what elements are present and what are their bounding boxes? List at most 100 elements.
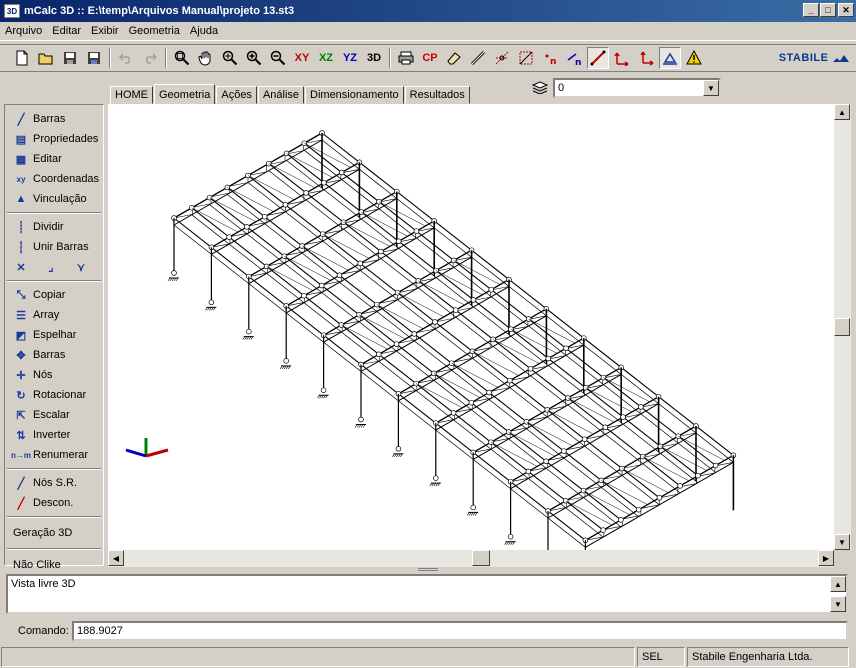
svg-text:n: n xyxy=(550,57,556,66)
tab-home[interactable]: HOME xyxy=(110,86,153,104)
view-yz-button[interactable]: YZ xyxy=(339,47,361,69)
scroll-down-icon[interactable]: ▼ xyxy=(834,534,850,550)
save-icon[interactable] xyxy=(59,47,81,69)
bar-number-icon[interactable]: n xyxy=(563,47,585,69)
node-number-icon[interactable]: n xyxy=(539,47,561,69)
mirror-icon: ◩ xyxy=(15,329,27,342)
eraser-icon[interactable] xyxy=(443,47,465,69)
support-icon: ▲ xyxy=(15,193,27,205)
scroll-right-icon[interactable]: ▶ xyxy=(818,550,834,566)
app-icon: 3D xyxy=(4,4,20,18)
menu-editar[interactable]: Editar xyxy=(47,25,86,37)
log-scroll-down-icon[interactable]: ▼ xyxy=(830,596,846,612)
node xyxy=(543,458,549,465)
node xyxy=(488,286,494,293)
bar xyxy=(321,132,734,456)
sidebar-item-nos[interactable]: ✛ Nós xyxy=(5,365,103,385)
intersect-icon[interactable]: ✕ xyxy=(13,260,29,274)
tab-acoes[interactable]: Ações xyxy=(216,86,257,104)
menu-exibir[interactable]: Exibir xyxy=(86,25,124,37)
sidebar-item-inverter[interactable]: ⇅ Inverter xyxy=(5,425,103,445)
open-folder-icon[interactable] xyxy=(35,47,57,69)
menu-arquivo[interactable]: Arquivo xyxy=(0,25,47,37)
bar-display-icon[interactable] xyxy=(587,47,609,69)
layer-combo[interactable]: 0 ▼ xyxy=(553,78,721,98)
undo-icon[interactable] xyxy=(115,47,137,69)
sidebar-separator xyxy=(7,280,101,282)
sidebar-item-dividir[interactable]: ┊ Dividir xyxy=(5,217,103,237)
node xyxy=(695,472,701,479)
sidebar-item-propriedades[interactable]: ▤ Propriedades xyxy=(5,129,103,149)
tab-resultados[interactable]: Resultados xyxy=(404,86,470,104)
sidebar-item-coordenadas[interactable]: xy Coordenadas xyxy=(5,169,103,189)
print-icon[interactable] xyxy=(395,47,417,69)
node xyxy=(413,228,420,234)
view-xz-button[interactable]: XZ xyxy=(315,47,337,69)
sidebar-item-unir-barras[interactable]: ┆ Unir Barras xyxy=(5,237,103,257)
3d-viewport[interactable] xyxy=(108,104,834,604)
new-file-icon[interactable] xyxy=(11,47,33,69)
extend-icon[interactable]: ⌟ xyxy=(43,260,59,274)
menu-geometria[interactable]: Geometria xyxy=(124,25,185,37)
sidebar-item-label: Renumerar xyxy=(33,449,89,461)
maximize-button[interactable]: □ xyxy=(820,3,836,17)
minimize-button[interactable]: _ xyxy=(803,3,819,17)
zoom-out-icon[interactable] xyxy=(267,47,289,69)
global-axes-icon[interactable] xyxy=(635,47,657,69)
sidebar-item-editar[interactable]: ▦ Editar xyxy=(5,149,103,169)
node xyxy=(282,202,289,208)
sidebar-item-label: Nós S.R. xyxy=(33,477,78,489)
node xyxy=(712,462,719,469)
zoom-in-icon[interactable] xyxy=(243,47,265,69)
sidebar-item-geracao-3d[interactable]: Geração 3D xyxy=(5,521,103,545)
sidebar-item-mover-barras[interactable]: ✥ Barras xyxy=(5,345,103,365)
menu-ajuda[interactable]: Ajuda xyxy=(185,25,223,37)
sidebar-item-rotacionar[interactable]: ↻ Rotacionar xyxy=(5,385,103,405)
sidebar-item-escalar[interactable]: ⇱ Escalar xyxy=(5,405,103,425)
scroll-up-icon[interactable]: ▲ xyxy=(834,104,850,120)
command-input[interactable]: 188.9027 xyxy=(72,621,848,641)
sidebar-item-barras[interactable]: ╱ Barras xyxy=(5,109,103,129)
trim-icon[interactable]: ⋎ xyxy=(73,260,89,274)
measure-icon[interactable] xyxy=(467,47,489,69)
grid-icon[interactable] xyxy=(515,47,537,69)
node xyxy=(563,345,569,352)
view-xy-button[interactable]: XY xyxy=(291,47,313,69)
sidebar-item-descon[interactable]: ╱ Descon. xyxy=(5,493,103,513)
warning-icon[interactable] xyxy=(683,47,705,69)
sidebar-item-array[interactable]: ☰ Array xyxy=(5,305,103,325)
save-as-icon[interactable] xyxy=(83,47,105,69)
zoom-extents-icon[interactable] xyxy=(219,47,241,69)
node xyxy=(395,446,402,452)
vertical-scroll-thumb[interactable] xyxy=(834,318,850,336)
node-bars-icon[interactable] xyxy=(491,47,513,69)
horizontal-scroll-thumb[interactable] xyxy=(472,550,490,566)
vertical-scrollbar[interactable]: ▲ ▼ xyxy=(834,104,851,550)
sidebar-separator xyxy=(7,548,101,550)
coordinates-icon: xy xyxy=(16,174,26,184)
panel-splitter[interactable] xyxy=(0,567,856,573)
zoom-window-icon[interactable] xyxy=(171,47,193,69)
scroll-left-icon[interactable]: ◀ xyxy=(108,550,124,566)
cp-button[interactable]: CP xyxy=(419,47,441,69)
supports-icon[interactable] xyxy=(659,47,681,69)
sidebar-item-copiar[interactable]: ⤡ Copiar xyxy=(5,285,103,305)
sidebar-item-espelhar[interactable]: ◩ Espelhar xyxy=(5,325,103,345)
tab-analise[interactable]: Análise xyxy=(257,86,305,104)
sidebar-item-nos-sr[interactable]: ╱ Nós S.R. xyxy=(5,473,103,493)
redo-icon[interactable] xyxy=(139,47,161,69)
local-axes-icon[interactable] xyxy=(611,47,633,69)
sidebar-item-renumerar[interactable]: n→m Renumerar xyxy=(5,445,103,465)
sidebar-item-label: Propriedades xyxy=(33,133,99,145)
sidebar-item-vinculacao[interactable]: ▲ Vinculação xyxy=(5,189,103,209)
horizontal-scrollbar[interactable]: ◀ ▶ xyxy=(108,550,834,567)
chevron-down-icon[interactable]: ▼ xyxy=(703,80,719,96)
close-button[interactable]: ✕ xyxy=(838,3,854,17)
node xyxy=(507,377,513,384)
view-3d-button[interactable]: 3D xyxy=(363,47,385,69)
splitter-grip[interactable] xyxy=(418,568,438,571)
log-scroll-up-icon[interactable]: ▲ xyxy=(830,576,846,592)
tab-dimensionamento[interactable]: Dimensionamento xyxy=(305,86,404,104)
tab-geometria[interactable]: Geometria xyxy=(154,84,216,104)
pan-hand-icon[interactable] xyxy=(195,47,217,69)
